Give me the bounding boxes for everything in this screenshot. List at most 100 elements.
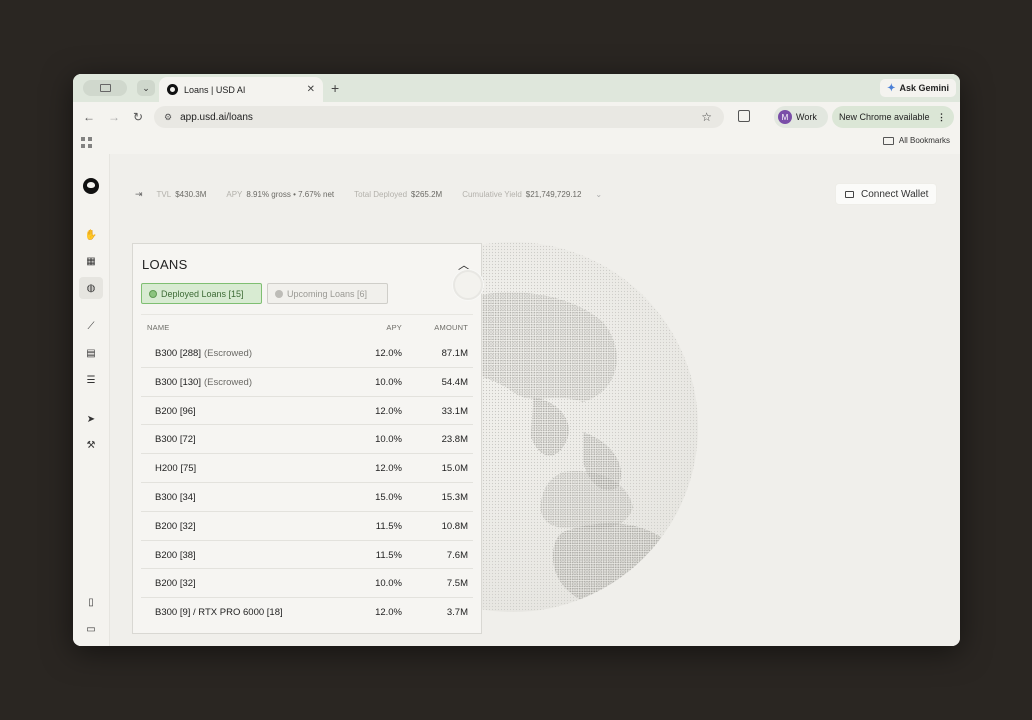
table-row[interactable]: B300 [34] 15.0% 15.3M [141, 483, 473, 512]
loans-panel: LOANS ︿ Deployed Loans [15] Upcoming Loa… [132, 243, 483, 634]
loan-name: B300 [72] [155, 434, 196, 445]
loan-amount: 54.4M [441, 376, 468, 388]
table-row[interactable]: B300 [9] / RTX PRO 6000 [18] 12.0% 3.7M [141, 598, 473, 627]
chat-icon[interactable]: ▭ [84, 622, 98, 636]
loan-name-text: B200 [32] [155, 578, 196, 590]
loan-name-text: B300 [130] [155, 376, 201, 388]
collapse-arrow-icon[interactable]: ⇥ [135, 189, 143, 200]
bookmark-star-icon[interactable]: ☆ [701, 110, 712, 124]
table-row[interactable]: B300 [288] (Escrowed) 12.0% 87.1M [141, 339, 473, 368]
apy-value: 8.91% gross • 7.67% net [246, 189, 335, 199]
deployed-loans-label: Deployed Loans [15] [161, 288, 244, 299]
line-chart-icon[interactable]: ⟋ [84, 319, 98, 333]
browser-toolbar: ← → ↻ ⚙ app.usd.ai/loans ☆ M Work New Ch… [73, 102, 960, 132]
loans-table-header: NAME APY AMOUNT [141, 314, 473, 336]
stats-bar: ⇥ TVL $430.3M APY 8.91% gross • 7.67% ne… [135, 187, 602, 201]
tab-strip: ⌄ Loans | USD AI ✕ + ✦ Ask Gemini [73, 74, 960, 102]
loan-name: B300 [9] / RTX PRO 6000 [18] [155, 607, 283, 618]
column-name-header[interactable]: NAME [147, 323, 169, 332]
hammer-icon[interactable]: ⚒ [84, 438, 98, 452]
loan-amount: 7.5M [446, 578, 468, 590]
app-page: ✋ ▦ ◍ ⟋ ▤ ☰ ➤ ⚒ ▯ ▭ ⇥ TVL $430.3M APY 8.… [73, 154, 960, 646]
loan-amount: 7.6M [446, 549, 468, 561]
tab-title: Loans | USD AI [184, 84, 246, 95]
all-bookmarks-button[interactable]: All Bookmarks [882, 136, 950, 145]
tab-upcoming-loans[interactable]: Upcoming Loans [6] [267, 283, 388, 304]
apps-grid-icon[interactable] [81, 137, 92, 148]
folder-icon [882, 136, 894, 145]
send-icon[interactable]: ➤ [84, 412, 98, 426]
tvl-value: $430.3M [175, 189, 207, 199]
column-amount-header[interactable]: AMOUNT [434, 323, 468, 332]
browser-tab[interactable]: Loans | USD AI ✕ [159, 77, 323, 102]
cumulative-yield-value: $21,749,729.12 [525, 189, 582, 199]
table-row[interactable]: H200 [75] 12.0% 15.0M [141, 454, 473, 483]
usdai-logo[interactable] [83, 178, 99, 194]
loan-name: B300 [288] (Escrowed) [155, 348, 252, 359]
loan-name-text: H200 [75] [155, 463, 197, 475]
loan-name-text: B300 [288] [155, 348, 201, 359]
document-icon[interactable]: ▯ [84, 595, 98, 609]
back-arrow-icon[interactable]: ← [83, 109, 95, 125]
loan-amount: 23.8M [441, 434, 468, 446]
reload-icon[interactable]: ↻ [133, 109, 143, 125]
forward-arrow-icon[interactable]: → [108, 109, 120, 125]
globe-icon[interactable]: ◍ [79, 277, 103, 299]
address-bar[interactable]: ⚙ app.usd.ai/loans ☆ [154, 106, 724, 128]
stats-chevron-down-icon[interactable]: ⌄ [595, 190, 602, 199]
loan-amount: 33.1M [441, 405, 468, 417]
loan-apy: 10.0% [375, 434, 402, 446]
table-row[interactable]: B200 [32] 11.5% 10.8M [141, 512, 473, 541]
more-menu-icon[interactable]: ⋮ [937, 112, 946, 123]
tab-list-chevron-icon[interactable]: ⌄ [137, 80, 155, 96]
stack-icon[interactable]: ▤ [84, 346, 98, 360]
apy-label: APY [226, 189, 243, 199]
chrome-update-button[interactable]: New Chrome available ⋮ [832, 106, 954, 128]
table-row[interactable]: B200 [96] 12.0% 33.1M [141, 397, 473, 426]
loan-amount: 87.1M [441, 348, 468, 359]
deployed-status-dot-icon [149, 289, 157, 298]
table-row[interactable]: B200 [32] 10.0% 7.5M [141, 569, 473, 599]
extensions-puzzle-icon[interactable] [738, 110, 750, 122]
profile-name: Work [796, 112, 817, 122]
hand-coin-icon[interactable]: ✋ [84, 228, 98, 242]
update-label: New Chrome available [839, 112, 930, 122]
tab-search-button[interactable] [83, 80, 127, 96]
loan-name: B200 [32] [155, 521, 196, 532]
connect-wallet-button[interactable]: Connect Wallet [835, 183, 937, 205]
loan-apy: 11.5% [375, 549, 402, 561]
upcoming-status-dot-icon [275, 289, 283, 298]
table-row[interactable]: B300 [72] 10.0% 23.8M [141, 425, 473, 455]
connect-wallet-label: Connect Wallet [861, 188, 929, 200]
all-bookmarks-label: All Bookmarks [898, 136, 950, 145]
loan-name-text: B300 [72] [155, 434, 196, 446]
tab-close-icon[interactable]: ✕ [307, 84, 315, 95]
loan-apy: 12.0% [375, 348, 402, 359]
side-rail: ✋ ▦ ◍ ⟋ ▤ ☰ ➤ ⚒ ▯ ▭ [73, 154, 110, 646]
loan-apy: 12.0% [375, 463, 402, 475]
site-settings-icon[interactable]: ⚙ [164, 112, 172, 123]
cumulative-yield-label: Cumulative Yield [462, 189, 522, 199]
bookmarks-bar: All Bookmarks [73, 132, 960, 154]
ask-gemini-button[interactable]: ✦ Ask Gemini [880, 79, 956, 97]
window-icon [99, 84, 111, 92]
profile-button[interactable]: M Work [774, 106, 828, 128]
table-row[interactable]: B200 [38] 11.5% 7.6M [141, 541, 473, 570]
loan-apy: 15.0% [375, 491, 402, 503]
loan-name-text: B200 [38] [155, 549, 196, 561]
new-tab-plus-icon[interactable]: + [331, 80, 339, 96]
total-deployed-label: Total Deployed [354, 189, 408, 199]
total-deployed-value: $265.2M [411, 189, 443, 199]
bar-list-icon[interactable]: ☰ [84, 373, 98, 387]
dashboard-grid-icon[interactable]: ▦ [84, 254, 98, 268]
tab-deployed-loans[interactable]: Deployed Loans [15] [141, 283, 262, 304]
loan-name: B200 [96] [155, 406, 196, 417]
table-row[interactable]: B300 [130] (Escrowed) 10.0% 54.4M [141, 368, 473, 397]
loan-amount: 3.7M [446, 607, 468, 619]
loan-name: B200 [32] [155, 578, 196, 589]
loan-apy: 10.0% [375, 578, 402, 590]
column-apy-header[interactable]: APY [386, 323, 402, 332]
loan-name-text: B200 [32] [155, 520, 196, 532]
wallet-icon [845, 190, 854, 198]
gemini-sparkle-icon: ✦ [887, 82, 896, 94]
